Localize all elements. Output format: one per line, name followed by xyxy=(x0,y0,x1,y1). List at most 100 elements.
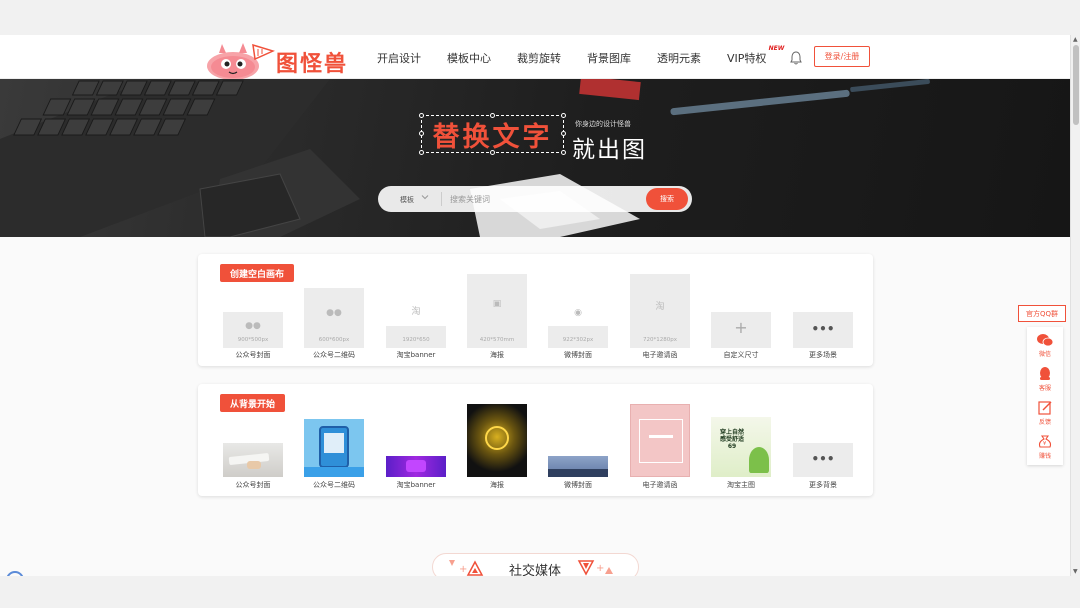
wechat-icon: ●● xyxy=(245,321,261,331)
wechat-icon: ●● xyxy=(326,308,342,318)
tile-label: 淘宝banner xyxy=(396,481,436,489)
float-label: 客服 xyxy=(1038,385,1051,392)
page-scrollbar[interactable]: ▲ ▼ xyxy=(1070,35,1080,576)
from-background-tag: 从背景开始 xyxy=(220,394,286,412)
bg-thumbnail: 穿上自然 感受舒适 69 xyxy=(711,417,771,477)
logo-text: 图怪兽 xyxy=(276,52,349,77)
search-divider xyxy=(441,192,442,206)
resize-handle-icon xyxy=(561,113,566,118)
nav-item-start-design[interactable]: 开启设计 xyxy=(377,50,421,66)
tile-size: 420*570mm xyxy=(479,337,515,343)
nav-item-background-library[interactable]: 背景图库 xyxy=(587,50,631,66)
search-button[interactable]: 搜索 xyxy=(646,188,688,210)
tile-label: 淘宝主图 xyxy=(727,481,755,489)
desk-background-image xyxy=(0,79,930,237)
money-bag-icon: ¥ xyxy=(1038,435,1052,448)
tile-label: 公众号二维码 xyxy=(313,351,355,359)
more-icon: ••• xyxy=(811,452,835,466)
scrollbar-thumb[interactable] xyxy=(1073,45,1079,125)
new-badge: NEW xyxy=(768,45,785,52)
nav-item-template-center[interactable]: 模板中心 xyxy=(447,50,491,66)
site-logo[interactable]: 图怪兽 xyxy=(203,39,353,79)
tile-size: 1920*650 xyxy=(402,337,430,343)
bg-thumbnail xyxy=(304,419,364,477)
nav-item-vip-label: VIP特权 xyxy=(727,52,767,65)
main-nav: 开启设计 模板中心 裁剪旋转 背景图库 透明元素 VIP特权 NEW xyxy=(377,45,792,66)
float-label: 微信 xyxy=(1038,351,1051,358)
tile-label: 电子邀请函 xyxy=(642,481,678,489)
more-icon: ••• xyxy=(811,322,835,336)
svg-text:¥: ¥ xyxy=(1043,441,1046,447)
tile-label: 更多背景 xyxy=(809,481,837,489)
floating-side-panel: 微信 客服 反馈 ¥ 赚钱 xyxy=(1027,327,1063,465)
monster-mascot-icon xyxy=(207,43,275,79)
tile-size: 720*1280px xyxy=(643,337,677,343)
tile-label: 海报 xyxy=(490,351,504,359)
social-media-label: 社交媒体 xyxy=(509,564,562,576)
svg-text:+: + xyxy=(459,564,467,575)
blank-canvas-tag: 创建空白画布 xyxy=(220,264,295,282)
bg-thumbnail xyxy=(223,443,283,477)
search-type-select[interactable]: 模板 xyxy=(400,195,414,205)
taobao-icon: 淘 xyxy=(411,307,421,317)
wechat-icon xyxy=(1037,334,1053,347)
resize-handle-icon xyxy=(561,150,566,155)
scroll-up-icon[interactable]: ▲ xyxy=(1073,36,1078,43)
bg-thumbnail xyxy=(548,456,608,477)
page: 图怪兽 开启设计 模板中心 裁剪旋转 背景图库 透明元素 VIP特权 NEW 登… xyxy=(0,35,1070,576)
bg-thumbnail xyxy=(467,404,527,477)
weibo-icon: ◉ xyxy=(574,308,582,318)
hero-subtitle: 你身边的设计怪兽 xyxy=(575,120,631,128)
float-item-support[interactable]: 客服 xyxy=(1027,363,1063,396)
tile-label: 公众号封面 xyxy=(235,481,271,489)
hero-editable-text-box[interactable]: 替换文字 xyxy=(419,113,566,155)
login-register-button[interactable]: 登录/注册 xyxy=(814,46,870,67)
tile-label: 淘宝banner xyxy=(396,351,436,359)
bell-icon[interactable] xyxy=(790,50,802,69)
chevron-down-icon[interactable] xyxy=(421,193,429,203)
tile-label: 电子邀请函 xyxy=(642,351,678,359)
hero-banner: 替换文字 你身边的设计怪兽 就出图 模板 搜索 xyxy=(0,79,1070,237)
blank-canvas-card: 创建空白画布 ●● 900*500px 公众号封面 ●● 600*600px 公… xyxy=(198,254,873,366)
float-label: 赚钱 xyxy=(1038,453,1051,460)
tile-label: 海报 xyxy=(490,481,504,489)
edit-icon xyxy=(1038,401,1052,415)
scroll-down-icon[interactable]: ▼ xyxy=(1073,568,1078,575)
float-label: 反馈 xyxy=(1038,419,1051,426)
hero-title-rest: 就出图 xyxy=(572,137,647,163)
search-bar: 模板 搜索 xyxy=(378,186,692,212)
qq-group-tag[interactable]: 官方QQ群 xyxy=(1018,305,1066,322)
resize-handle-icon xyxy=(490,113,495,118)
resize-handle-icon xyxy=(490,150,495,155)
site-header: 图怪兽 开启设计 模板中心 裁剪旋转 背景图库 透明元素 VIP特权 NEW 登… xyxy=(0,35,1070,79)
browser-top-gap xyxy=(0,0,1080,35)
tile-size: 922*302px xyxy=(562,337,594,343)
tile-label: 微博封面 xyxy=(564,481,592,489)
search-input[interactable] xyxy=(450,191,640,207)
decorative-triangles-icon: + xyxy=(577,560,613,576)
float-item-wechat[interactable]: 微信 xyxy=(1027,329,1063,362)
resize-handle-icon xyxy=(561,131,566,136)
taobao-icon: 淘 xyxy=(655,302,665,312)
tile-label: 微博封面 xyxy=(564,351,592,359)
resize-handle-icon xyxy=(419,150,424,155)
support-icon xyxy=(1040,367,1050,380)
float-item-feedback[interactable]: 反馈 xyxy=(1027,397,1063,430)
tile-size: 600*600px xyxy=(318,337,350,343)
tile-label: 公众号二维码 xyxy=(313,481,355,489)
from-background-card: 从背景开始 公众号封面 公众号二维码 淘宝banner 海报 微博封面 电子邀请… xyxy=(198,384,873,496)
bg-thumbnail xyxy=(630,404,690,477)
nav-item-vip[interactable]: VIP特权 NEW xyxy=(727,45,784,66)
tile-size: 900*500px xyxy=(237,337,269,343)
float-item-earn[interactable]: ¥ 赚钱 xyxy=(1027,431,1063,464)
bg-thumbnail xyxy=(386,456,446,477)
tile-label: 自定义尺寸 xyxy=(723,351,759,359)
tile-label: 公众号封面 xyxy=(235,351,271,359)
printer-icon: ▣ xyxy=(492,299,502,309)
nav-item-transparent-elements[interactable]: 透明元素 xyxy=(657,50,701,66)
svg-text:+: + xyxy=(596,563,604,574)
nav-item-crop-rotate[interactable]: 裁剪旋转 xyxy=(517,50,561,66)
social-media-section-title: + 社交媒体 + xyxy=(432,553,639,576)
hero-title-highlight: 替换文字 xyxy=(432,121,553,153)
decorative-triangles-icon: + xyxy=(449,560,484,576)
